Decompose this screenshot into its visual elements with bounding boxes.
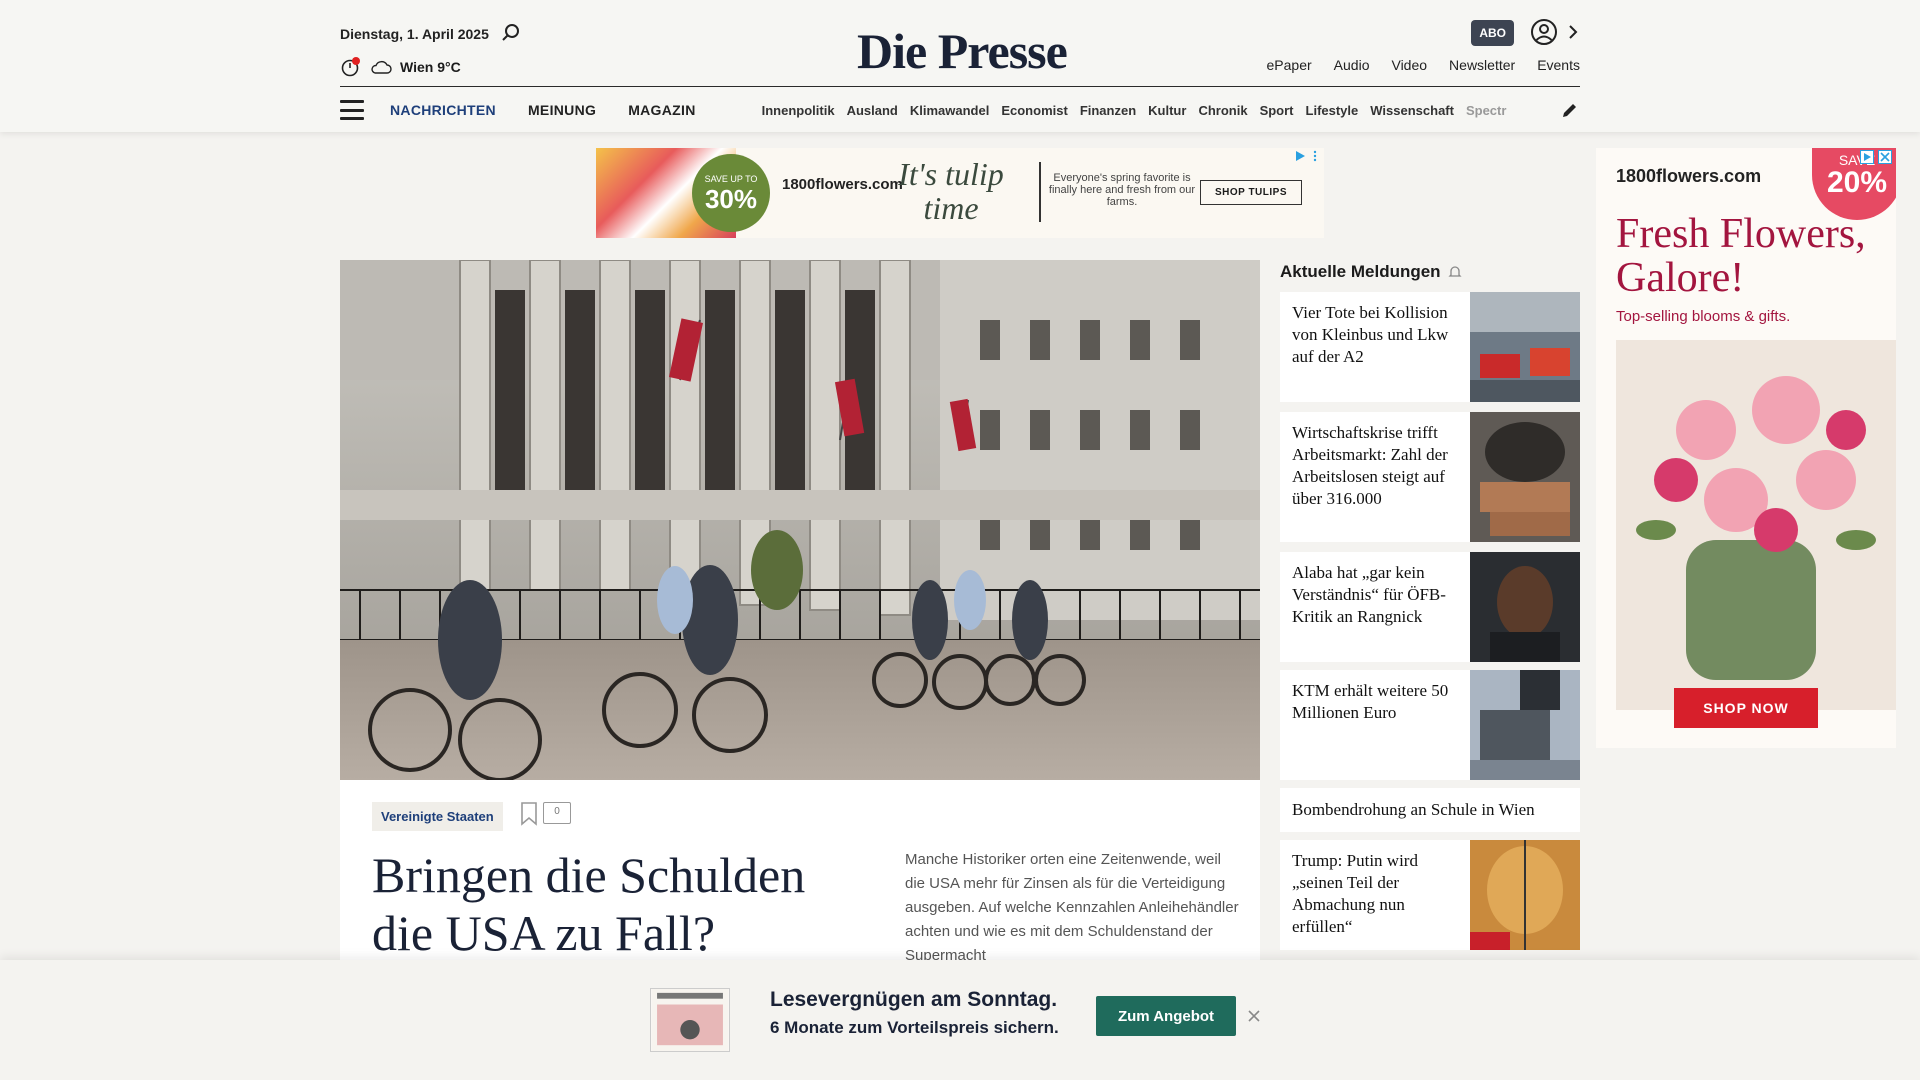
ad-headline: Fresh Flowers, Galore! bbox=[1616, 211, 1866, 301]
nav-nachrichten[interactable]: NACHRICHTEN bbox=[390, 102, 496, 118]
news-thumbnail bbox=[1470, 670, 1580, 780]
nyse-photo bbox=[340, 260, 1260, 780]
hero-image[interactable] bbox=[340, 260, 1260, 780]
util-link-audio[interactable]: Audio bbox=[1334, 57, 1370, 73]
ad-options-icon[interactable] bbox=[1312, 150, 1318, 162]
shop-tulips-button[interactable]: SHOP TULIPS bbox=[1200, 180, 1302, 205]
close-icon[interactable] bbox=[1246, 1008, 1262, 1024]
list-item[interactable]: Trump: Putin wird „seinen Teil der Abmac… bbox=[1280, 840, 1580, 950]
ad-slogan: It's tulip time bbox=[898, 156, 1004, 226]
news-headline: Bombendrohung an Schule in Wien bbox=[1292, 800, 1535, 819]
promo-title: Lesevergnügen am Sonntag. bbox=[770, 988, 1058, 1011]
comment-count: 0 bbox=[554, 806, 560, 817]
current-date: Dienstag, 1. April 2025 bbox=[340, 26, 489, 42]
shop-now-button[interactable]: SHOP NOW bbox=[1674, 688, 1818, 728]
subnav-economist[interactable]: Economist bbox=[1001, 103, 1067, 118]
zum-angebot-button[interactable]: Zum Angebot bbox=[1096, 996, 1236, 1036]
news-headline: Trump: Putin wird „seinen Teil der Abmac… bbox=[1292, 851, 1418, 936]
ad-divider bbox=[1039, 162, 1041, 222]
subnav-chronik[interactable]: Chronik bbox=[1198, 103, 1247, 118]
site-logo[interactable]: Die Presse bbox=[857, 22, 1068, 80]
sidebar-title-label: Aktuelle Meldungen bbox=[1280, 262, 1441, 281]
news-thumbnail bbox=[1470, 840, 1580, 950]
subnav-klimawandel[interactable]: Klimawandel bbox=[910, 103, 989, 118]
subnav-sport[interactable]: Sport bbox=[1260, 103, 1294, 118]
news-headline: Vier Tote bei Kollision von Kleinbus und… bbox=[1292, 303, 1449, 366]
list-item[interactable]: Wirtschaftskrise trifft Arbeitsmarkt: Za… bbox=[1280, 412, 1580, 542]
header-divider bbox=[340, 86, 1580, 87]
subnav-spectrum[interactable]: Spectr bbox=[1466, 103, 1506, 118]
article-tag[interactable]: Vereinigte Staaten bbox=[372, 802, 503, 831]
news-thumbnail bbox=[1470, 292, 1580, 402]
utility-links: ePaper Audio Video Newsletter Events bbox=[1267, 57, 1580, 73]
chevron-right-icon[interactable] bbox=[1566, 22, 1580, 42]
news-headline: KTM erhält weitere 50 Millionen Euro bbox=[1292, 681, 1449, 722]
site-header: Dienstag, 1. April 2025 Wien 9°C Die Pre… bbox=[0, 0, 1920, 132]
news-thumbnail bbox=[1470, 412, 1580, 542]
user-account-icon[interactable] bbox=[1530, 18, 1558, 46]
subnav-kultur[interactable]: Kultur bbox=[1148, 103, 1186, 118]
close-icon[interactable] bbox=[1878, 150, 1892, 164]
article-teaser: Manche Historiker orten eine Zeitenwende… bbox=[905, 851, 1239, 964]
cloud-icon bbox=[371, 60, 392, 74]
bell-icon[interactable] bbox=[1447, 264, 1463, 280]
list-item[interactable]: KTM erhält weitere 50 Millionen Euro bbox=[1280, 670, 1580, 780]
subnav-wissenschaft[interactable]: Wissenschaft bbox=[1370, 103, 1454, 118]
util-link-events[interactable]: Events bbox=[1537, 57, 1580, 73]
ad-brand-logo: 1800flowers.com bbox=[1616, 166, 1762, 186]
subnav-ausland[interactable]: Ausland bbox=[847, 103, 898, 118]
flower-vase-image bbox=[1616, 340, 1896, 710]
news-headline: Wirtschaftskrise trifft Arbeitsmarkt: Za… bbox=[1292, 423, 1448, 508]
news-headline: Alaba hat „gar kein Verständnis“ für ÖFB… bbox=[1292, 563, 1446, 626]
ad-subline: Top-selling blooms & gifts. bbox=[1616, 308, 1791, 325]
main-navigation: NACHRICHTEN MEINUNG MAGAZIN Innenpolitik… bbox=[340, 98, 1580, 122]
bookmark-icon[interactable] bbox=[520, 802, 538, 826]
comment-icon[interactable]: 0 bbox=[543, 802, 571, 824]
sidebar-ad[interactable]: 1800flowers.com SAVE 20% Fresh Flowers, … bbox=[1596, 148, 1896, 748]
list-item[interactable]: Alaba hat „gar kein Verständnis“ für ÖFB… bbox=[1280, 552, 1580, 662]
subnav-innenpolitik[interactable]: Innenpolitik bbox=[762, 103, 835, 118]
newspaper-thumbnail bbox=[650, 988, 730, 1052]
adchoices-icon[interactable] bbox=[1294, 150, 1306, 162]
top-banner-ad[interactable]: SAVE UP TO 30% 1800flowers.com It's tuli… bbox=[596, 148, 1324, 238]
subnav: Innenpolitik Ausland Klimawandel Economi… bbox=[762, 103, 1522, 118]
subnav-lifestyle[interactable]: Lifestyle bbox=[1306, 103, 1359, 118]
live-clock-icon bbox=[341, 57, 360, 77]
adchoices-icon[interactable] bbox=[1860, 150, 1874, 164]
news-thumbnail bbox=[1470, 552, 1580, 662]
sidebar-title: Aktuelle Meldungen bbox=[1280, 262, 1463, 282]
list-item[interactable]: Vier Tote bei Kollision von Kleinbus und… bbox=[1280, 292, 1580, 402]
ad-description: Everyone's spring favorite is finally he… bbox=[1048, 172, 1196, 209]
lead-article-card: Vereinigte Staaten 0 Bringen die Schulde… bbox=[340, 780, 1260, 964]
subscription-promo-bar: Lesevergnügen am Sonntag. 6 Monate zum V… bbox=[0, 960, 1920, 1080]
weather-label: Wien 9°C bbox=[400, 59, 461, 75]
nav-magazin[interactable]: MAGAZIN bbox=[628, 102, 695, 118]
article-headline[interactable]: Bringen die Schulden die USA zu Fall? bbox=[372, 846, 842, 962]
ad-brand-logo: 1800flowers.com bbox=[782, 176, 903, 193]
subnav-finanzen[interactable]: Finanzen bbox=[1080, 103, 1136, 118]
search-icon[interactable] bbox=[500, 22, 522, 44]
util-link-newsletter[interactable]: Newsletter bbox=[1449, 57, 1515, 73]
nav-meinung[interactable]: MEINUNG bbox=[528, 102, 596, 118]
weather-widget[interactable]: Wien 9°C bbox=[340, 56, 461, 78]
pen-icon[interactable] bbox=[1560, 100, 1580, 120]
promo-subtitle: 6 Monate zum Vorteilspreis sichern. bbox=[770, 1018, 1059, 1037]
abo-button[interactable]: ABO bbox=[1471, 20, 1514, 46]
util-link-video[interactable]: Video bbox=[1391, 57, 1427, 73]
util-link-epaper[interactable]: ePaper bbox=[1267, 57, 1312, 73]
menu-icon[interactable] bbox=[340, 100, 364, 120]
ad-discount-badge: SAVE UP TO 30% bbox=[692, 154, 770, 232]
list-item[interactable]: Bombendrohung an Schule in Wien bbox=[1280, 788, 1580, 832]
